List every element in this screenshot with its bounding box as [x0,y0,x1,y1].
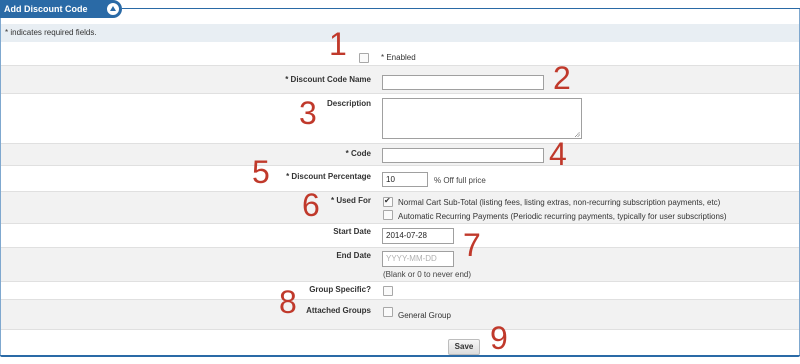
header-rule [122,8,800,9]
attached-groups-label: Attached Groups [306,306,371,315]
code-row: * Code [1,144,799,166]
description-label: Description [326,99,371,108]
annotation-2: 2 [553,60,571,96]
attached-group-general-label: General Group [398,311,451,320]
annotation-8: 8 [279,284,297,320]
annotation-3: 3 [299,95,317,131]
annotation-5: 5 [252,154,270,190]
enabled-checkbox[interactable] [359,53,369,63]
code-label: * Code [345,149,371,158]
discount-percentage-suffix: % Off full price [434,176,486,185]
group-specific-checkbox[interactable] [383,286,393,296]
attached-group-general-checkbox[interactable] [383,307,393,317]
collapse-up-icon[interactable] [106,2,120,16]
used-for-option-cart-checkbox[interactable] [383,196,393,207]
discount-code-name-input[interactable] [382,75,544,90]
annotation-1: 1 [329,26,347,62]
enabled-row: * Enabled [1,48,799,66]
discount-code-name-row: * Discount Code Name [1,66,799,94]
annotation-6: 6 [302,187,320,223]
save-button[interactable]: Save [448,339,480,355]
discount-percentage-label: * Discount Percentage [286,172,371,181]
start-date-label: Start Date [333,227,371,236]
annotation-9: 9 [490,320,508,356]
used-for-option-recurring-label: Automatic Recurring Payments (Periodic r… [398,212,727,221]
annotation-7: 7 [463,227,481,263]
enabled-label: * Enabled [381,53,416,62]
attached-groups-row: Attached Groups General Group [1,300,799,330]
discount-code-name-label: * Discount Code Name [285,75,371,84]
used-for-row: * Used For Normal Cart Sub-Total (listin… [1,192,799,224]
start-date-row: Start Date 2014-07-28 [1,224,799,248]
description-textarea[interactable] [382,98,582,139]
end-date-input[interactable]: YYYY-MM-DD [382,251,454,267]
discount-percentage-input[interactable]: 10 [382,172,428,187]
group-specific-row: Group Specific? [1,282,799,300]
panel-header: Add Discount Code [0,0,122,18]
end-date-row: End Date YYYY-MM-DD (Blank or 0 to never… [1,248,799,282]
used-for-option-cart-label: Normal Cart Sub-Total (listing fees, lis… [398,198,721,207]
used-for-option-recurring-checkbox[interactable] [383,210,393,220]
annotation-4: 4 [549,136,567,172]
discount-percentage-row: * Discount Percentage 10 % Off full pric… [1,166,799,192]
panel-border-bottom [0,355,800,357]
group-specific-label: Group Specific? [309,285,371,294]
description-row: Description [1,94,799,144]
required-fields-note: * indicates required fields. [1,24,799,42]
code-input[interactable] [382,148,544,163]
start-date-input[interactable]: 2014-07-28 [382,228,454,244]
used-for-label: * Used For [330,196,371,205]
end-date-hint: (Blank or 0 to never end) [383,270,472,279]
panel-title: Add Discount Code [4,4,88,14]
end-date-label: End Date [336,251,371,260]
